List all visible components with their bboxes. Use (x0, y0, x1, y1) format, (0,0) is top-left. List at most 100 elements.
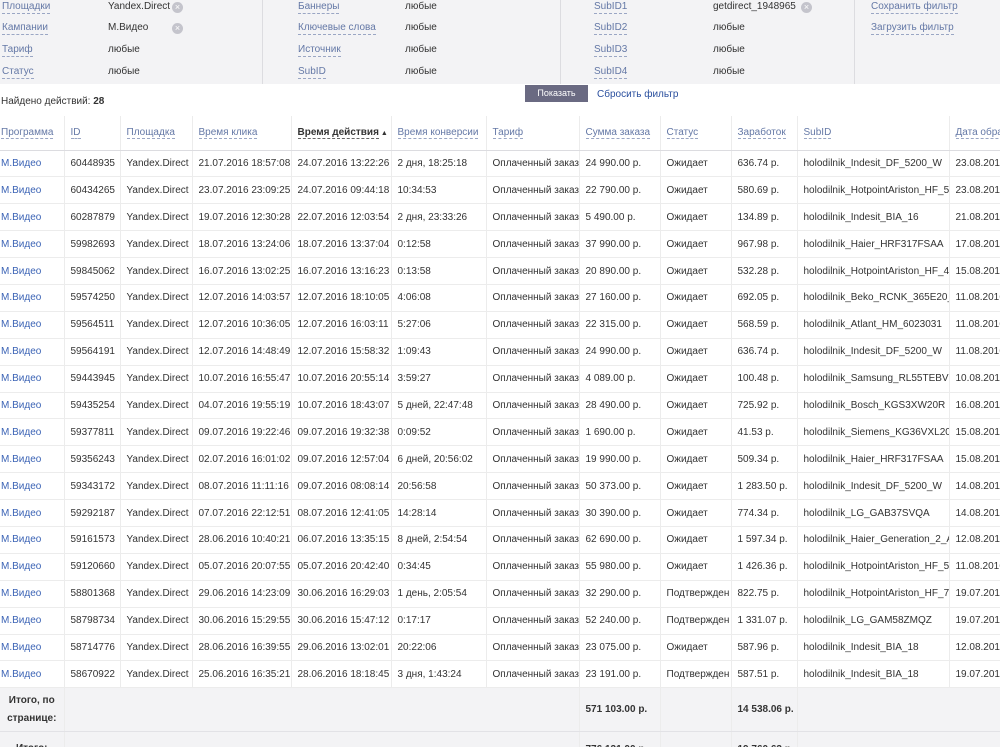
filter-label-Источник[interactable]: Источник (298, 44, 341, 57)
table-row[interactable]: М.Видео 58801368 Yandex.Direct 29.06.2016 1… (0, 580, 1000, 608)
table-row[interactable]: М.Видео 59120660 Yandex.Direct 05.07.2016 2… (0, 553, 1000, 581)
program-link[interactable]: М.Видео (0, 338, 65, 366)
program-link[interactable]: М.Видео (0, 660, 65, 689)
table-row[interactable]: М.Видео 59564511 Yandex.Direct 12.07.2016 1… (0, 311, 1000, 339)
program-link[interactable]: М.Видео (0, 284, 65, 312)
filter-label-SubID4[interactable]: SubID4 (594, 66, 628, 79)
table-row[interactable]: М.Видео 60287879 Yandex.Direct 19.07.2016 1… (0, 203, 1000, 232)
column-header[interactable]: SubID (797, 116, 950, 151)
table-row[interactable]: М.Видео 59982693 Yandex.Direct 18.07.2016 1… (0, 230, 1000, 259)
program-link[interactable]: М.Видео (0, 257, 65, 285)
table-row[interactable]: М.Видео 58798734 Yandex.Direct 30.06.2016 1… (0, 607, 1000, 635)
table-row[interactable]: М.Видео 58670922 Yandex.Direct 25.06.2016 1… (0, 660, 1000, 689)
table-cell: 1 283.50 р. (731, 472, 798, 501)
table-cell: Yandex.Direct (120, 445, 193, 474)
table-row[interactable]: М.Видео 59435254 Yandex.Direct 04.07.2016 1… (0, 392, 1000, 420)
column-header[interactable]: Время конверсии (391, 116, 487, 151)
program-link[interactable]: М.Видео (0, 526, 65, 554)
table-row[interactable]: М.Видео 59161573 Yandex.Direct 28.06.2016 1… (0, 526, 1000, 554)
table-cell: Yandex.Direct (120, 472, 193, 501)
table-cell: 774.34 р. (731, 499, 798, 527)
table-cell: 0:13:58 (391, 257, 487, 285)
filter-label-Статус[interactable]: Статус (2, 66, 34, 79)
column-header[interactable]: Время клика (192, 116, 292, 151)
filter-label-SubID[interactable]: SubID (298, 66, 326, 79)
program-link[interactable]: М.Видео (0, 472, 65, 501)
filter-label-Тариф[interactable]: Тариф (2, 44, 33, 57)
table-row[interactable]: М.Видео 59343172 Yandex.Direct 08.07.2016 1… (0, 472, 1000, 501)
table-row[interactable]: М.Видео 59292187 Yandex.Direct 07.07.2016 2… (0, 499, 1000, 527)
table-cell: 08.07.2016 12:41:05 (291, 499, 392, 527)
table-cell: 12.08.2016 (949, 526, 1000, 554)
filter-label-SubID3[interactable]: SubID3 (594, 44, 628, 57)
table-cell: 50 373.00 р. (579, 472, 661, 501)
program-link[interactable]: М.Видео (0, 418, 65, 447)
table-cell: 22 315.00 р. (579, 311, 661, 339)
table-cell: 21.08.2016 (949, 203, 1000, 232)
column-header[interactable]: Тариф (486, 116, 580, 151)
table-row[interactable]: М.Видео 59443945 Yandex.Direct 10.07.2016 1… (0, 365, 1000, 393)
column-header[interactable]: Заработок (731, 116, 798, 151)
program-link[interactable]: М.Видео (0, 392, 65, 420)
table-cell: 3 дня, 1:43:24 (391, 660, 487, 689)
table-cell: 29.06.2016 14:23:09 (192, 580, 292, 608)
column-header-label: Статус (666, 127, 699, 140)
column-header[interactable]: Площадка (120, 116, 193, 151)
show-button[interactable]: Показать (525, 85, 588, 102)
table-cell: holodilnik_Indesit_DF_5200_W (797, 338, 950, 366)
table-cell: 10:34:53 (391, 176, 487, 205)
table-cell: 19.07.2016 (949, 660, 1000, 689)
program-link[interactable]: М.Видео (0, 580, 65, 608)
found-count: 28 (93, 96, 105, 107)
column-header[interactable]: Дата обработки (949, 116, 1000, 151)
program-link[interactable]: М.Видео (0, 150, 65, 178)
table-cell: Yandex.Direct (120, 634, 193, 662)
program-link[interactable]: М.Видео (0, 365, 65, 393)
clear-icon[interactable]: × (172, 23, 183, 34)
table-cell: Оплаченный заказ (486, 311, 580, 339)
table-cell: holodilnik_Samsung_RL55TEBVB (797, 365, 950, 393)
table-cell: Yandex.Direct (120, 392, 193, 420)
table-row[interactable]: М.Видео 59377811 Yandex.Direct 09.07.2016 1… (0, 418, 1000, 447)
table-cell: 59564511 (64, 311, 121, 339)
clear-icon[interactable]: × (801, 2, 812, 13)
table-row[interactable]: М.Видео 59845062 Yandex.Direct 16.07.2016 1… (0, 257, 1000, 285)
column-header[interactable]: ID (64, 116, 121, 151)
table-row[interactable]: М.Видео 59356243 Yandex.Direct 02.07.2016 1… (0, 445, 1000, 474)
filter-label-Площадки[interactable]: Площадки (2, 1, 51, 14)
program-link[interactable]: М.Видео (0, 230, 65, 259)
clear-icon[interactable]: × (172, 2, 183, 13)
table-cell: 12.07.2016 14:48:49 (192, 338, 292, 366)
program-link[interactable]: М.Видео (0, 634, 65, 662)
column-header[interactable]: Статус (660, 116, 732, 151)
column-header[interactable]: Программа (0, 116, 65, 151)
filter-label-SubID1[interactable]: SubID1 (594, 1, 628, 14)
table-cell: Yandex.Direct (120, 365, 193, 393)
table-row[interactable]: М.Видео 60448935 Yandex.Direct 21.07.2016 1… (0, 150, 1000, 178)
program-link[interactable]: М.Видео (0, 607, 65, 635)
table-cell: 1:09:43 (391, 338, 487, 366)
reset-filter-link[interactable]: Сбросить фильтр (597, 89, 678, 100)
filter-label-SubID2[interactable]: SubID2 (594, 22, 628, 35)
table-row[interactable]: М.Видео 60434265 Yandex.Direct 23.07.2016 2… (0, 176, 1000, 205)
program-link[interactable]: М.Видео (0, 553, 65, 581)
program-link[interactable]: М.Видео (0, 311, 65, 339)
save-filter-link[interactable]: Сохранить фильтр (871, 1, 958, 14)
table-row[interactable]: М.Видео 59574250 Yandex.Direct 12.07.2016 1… (0, 284, 1000, 312)
totals-empty-cell (64, 687, 580, 733)
program-link[interactable]: М.Видео (0, 499, 65, 527)
filter-label-Кампании[interactable]: Кампании (2, 22, 48, 35)
table-cell: 27 160.00 р. (579, 284, 661, 312)
column-header[interactable]: Время действия ▲ (291, 116, 392, 151)
table-cell: 1 день, 2:05:54 (391, 580, 487, 608)
program-link[interactable]: М.Видео (0, 176, 65, 205)
filter-label-Баннеры[interactable]: Баннеры (298, 1, 340, 14)
table-cell: 21.07.2016 18:57:08 (192, 150, 292, 178)
load-filter-link[interactable]: Загрузить фильтр (871, 22, 954, 35)
filter-label-Ключевые-слова[interactable]: Ключевые слова (298, 22, 376, 35)
column-header[interactable]: Сумма заказа (579, 116, 661, 151)
program-link[interactable]: М.Видео (0, 203, 65, 232)
program-link[interactable]: М.Видео (0, 445, 65, 474)
table-row[interactable]: М.Видео 58714776 Yandex.Direct 28.06.2016 1… (0, 634, 1000, 662)
table-row[interactable]: М.Видео 59564191 Yandex.Direct 12.07.2016 1… (0, 338, 1000, 366)
